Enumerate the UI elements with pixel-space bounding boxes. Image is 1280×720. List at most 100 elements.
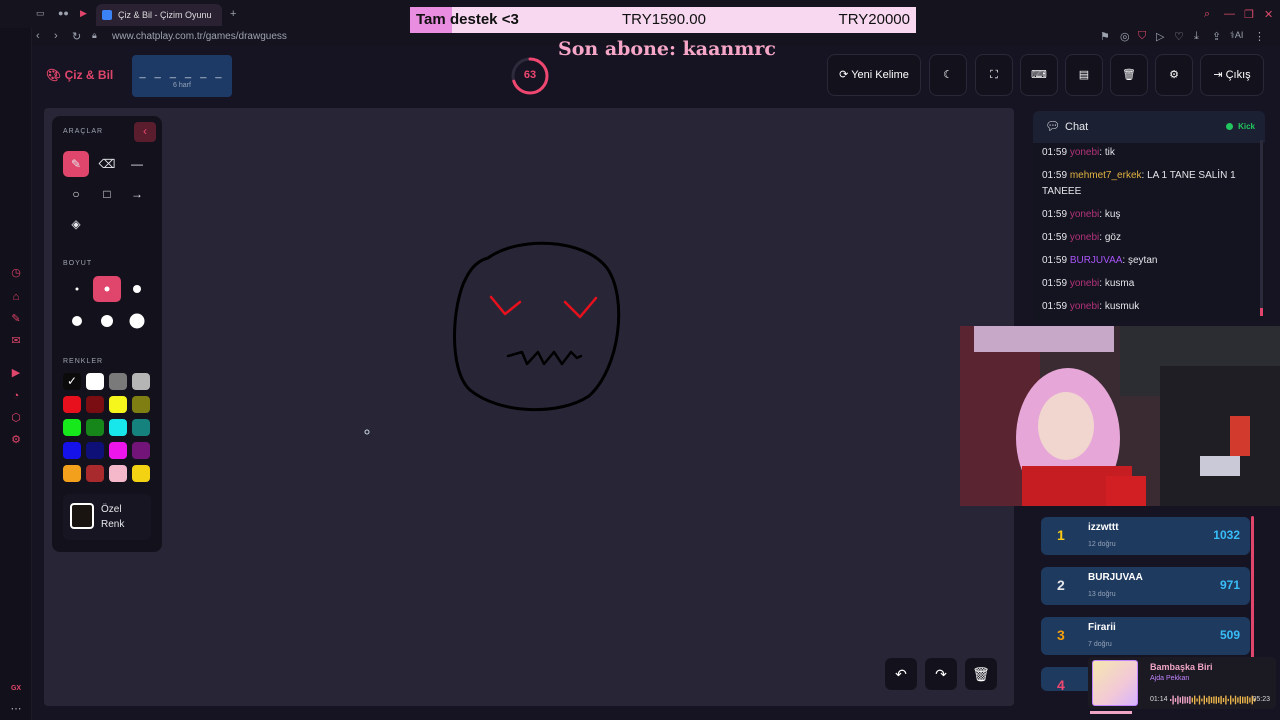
total-time: 05:23 [1252,696,1270,703]
color-swatch[interactable] [132,465,150,482]
message-text: : kuş [1099,209,1121,220]
notes-icon[interactable]: ✎ [9,312,23,326]
archive-button[interactable]: ▤ [1065,54,1103,96]
download-icon[interactable]: ⤓ [1194,30,1199,43]
message-user[interactable]: yonebi [1070,278,1099,289]
fullscreen-button[interactable]: ⛶ [975,54,1013,96]
color-swatch[interactable] [86,396,104,413]
color-swatch[interactable] [109,373,127,390]
heart-icon[interactable]: ♡ [1174,30,1184,43]
size-xl[interactable] [93,308,121,334]
message-user[interactable]: mehmet7_erkek [1070,170,1142,181]
leaderboard-scrollbar[interactable] [1251,516,1254,670]
player-points: 1032 [1213,528,1240,542]
color-swatch[interactable] [63,442,81,459]
size-s[interactable] [93,276,121,302]
new-tab-icon[interactable]: + [230,8,236,20]
play-icon[interactable]: ▶ [9,366,23,380]
eraser-icon: ⌫ [98,157,116,171]
fill-tool[interactable]: ◈ [63,211,89,237]
dark-mode-button[interactable]: ☾ [929,54,967,96]
custom-color-label: Özel Renk [101,504,125,530]
brush-tool[interactable]: ✎ [63,151,89,177]
history-icon[interactable]: ◷ [9,266,23,280]
maximize-icon[interactable]: ❐ [1244,8,1254,21]
collapse-panel-button[interactable]: ‹ [134,122,156,142]
brand[interactable]: 🎨︎ Çiz & Bil [46,68,113,82]
keyboard-button[interactable]: ⌨ [1020,54,1058,96]
url-field[interactable]: www.chatplay.com.tr/games/drawguess [112,31,287,42]
color-swatch[interactable] [86,465,104,482]
snapshot-icon[interactable]: ◎ [1120,30,1130,43]
color-swatch[interactable] [132,442,150,459]
color-swatch[interactable] [86,419,104,436]
bag-icon[interactable]: ⌂ [9,290,23,304]
close-icon[interactable]: ✕ [1264,8,1273,21]
logout-icon: ⇥ [1213,69,1223,81]
message-user[interactable]: BURJUVAA [1070,255,1123,266]
color-swatch[interactable] [63,419,81,436]
word-pattern: _ _ _ _ _ _ [139,67,225,79]
chat-scrollbar[interactable] [1260,140,1263,316]
browser-sidebar: ◯ ◷ ⌂ ✎ ✉ ▶ ◔ ⬡ ⚙ GX ⋯ [0,0,32,720]
color-swatch[interactable] [132,373,150,390]
size-xs[interactable] [63,276,91,302]
color-swatch[interactable] [109,442,127,459]
redo-button[interactable]: ↷ [925,658,957,690]
logout-button[interactable]: ⇥ Çıkış [1200,54,1264,96]
workspace-icon[interactable]: ●● [58,8,69,18]
archive-icon: ▤ [1078,69,1090,81]
color-swatch[interactable] [63,465,81,482]
color-swatch[interactable] [109,419,127,436]
message-user[interactable]: yonebi [1070,209,1099,220]
color-swatch[interactable] [132,419,150,436]
color-swatch[interactable] [109,396,127,413]
line-tool[interactable]: — [124,151,150,177]
chat-message: 01:59 BURJUVAA: şeytan [1042,253,1257,269]
rank: 3 [1057,627,1065,643]
player-name: izzwttt [1088,522,1119,533]
settings-button[interactable]: ⚙ [1155,54,1193,96]
message-user[interactable]: yonebi [1070,147,1099,158]
color-swatch[interactable] [86,442,104,459]
tab-active[interactable]: Çiz & Bil - Çizim Oyunu [96,4,222,26]
size-xxl[interactable] [123,308,151,334]
extensions-icon[interactable]: ⬡ [9,411,23,425]
forward-icon[interactable]: › [54,30,58,42]
color-swatch[interactable] [132,396,150,413]
tabs-icon[interactable]: ▭ [36,8,45,19]
clear-canvas-button[interactable]: 🗑︎ [965,658,997,690]
message-user[interactable]: yonebi [1070,232,1099,243]
menu-icon[interactable]: ⋮ [1254,30,1265,43]
minimize-icon[interactable]: — [1224,8,1235,20]
size-m[interactable] [123,276,151,302]
color-swatch[interactable] [86,373,104,390]
shield-icon[interactable]: ⛉ [1138,30,1146,43]
color-swatch[interactable] [63,396,81,413]
undo-button[interactable]: ↶ [885,658,917,690]
mail-icon[interactable]: ✉ [9,334,23,348]
rectangle-tool[interactable]: □ [94,181,120,207]
drawing-canvas[interactable] [44,108,1014,706]
back-icon[interactable]: ‹ [36,30,40,42]
message-user[interactable]: yonebi [1070,301,1099,312]
size-l[interactable] [63,308,91,334]
delete-button[interactable]: 🗑︎ [1110,54,1148,96]
search-icon[interactable]: ⌕ [1204,8,1210,21]
new-word-button[interactable]: ⟳ Yeni Kelime [827,54,921,96]
eraser-tool[interactable]: ⌫ [94,151,120,177]
custom-color-button[interactable]: Özel Renk [63,494,151,540]
color-swatch[interactable]: ✓ [63,373,81,390]
more-icon[interactable]: ⋯ [9,702,23,716]
player-icon[interactable]: ▷ [1156,30,1164,43]
share-icon[interactable]: ⇪ [1212,30,1221,43]
bookmark-icon[interactable]: ⚑ [1100,30,1110,43]
circle-tool[interactable]: ○ [63,181,89,207]
ai-icon[interactable]: ⚕AI [1230,30,1243,41]
clock-icon[interactable]: ◔ [9,389,23,403]
color-swatch[interactable] [109,465,127,482]
reload-icon[interactable]: ↻ [72,30,81,43]
settings-icon[interactable]: ⚙ [9,433,23,447]
youtube-icon[interactable]: ▶ [80,8,87,19]
arrow-tool[interactable]: → [124,181,150,207]
